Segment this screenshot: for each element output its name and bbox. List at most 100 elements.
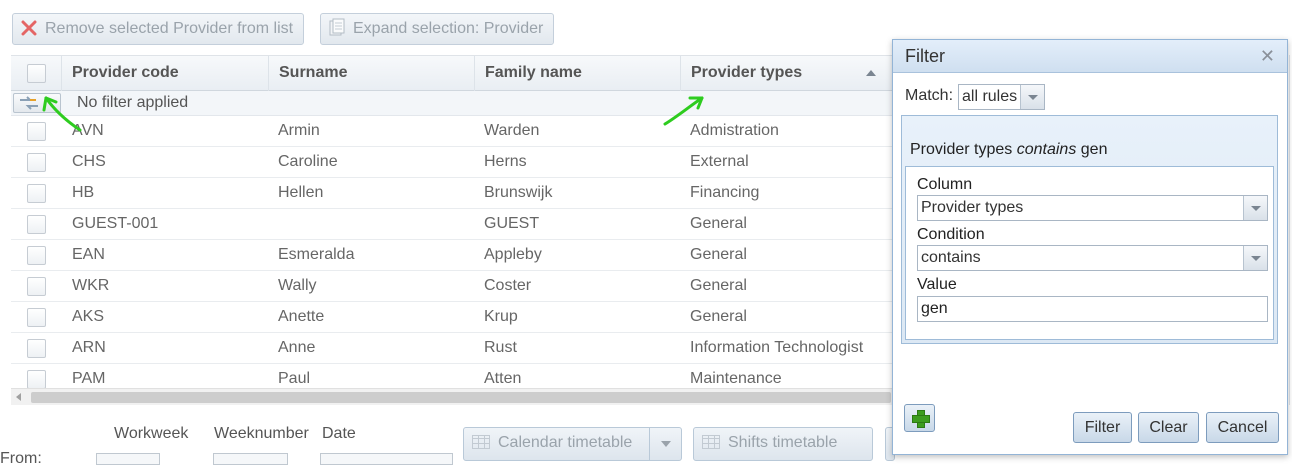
condition-select-value: contains [921, 249, 981, 266]
table-row[interactable]: HB Hellen Brunswijk Financing [11, 178, 901, 209]
column-header-provider-types[interactable]: Provider types [680, 56, 901, 91]
condition-label: Condition [917, 226, 985, 243]
filter-dialog-titlebar[interactable]: Filter ✕ [893, 40, 1287, 73]
remove-provider-label: Remove selected Provider from list [45, 20, 294, 37]
rule-summary-operator: contains [1016, 141, 1077, 158]
row-checkbox[interactable] [27, 184, 46, 203]
row-checkbox[interactable] [27, 308, 46, 327]
expand-selection-label: Expand selection: Provider [353, 20, 544, 37]
row-checkbox[interactable] [27, 215, 46, 234]
add-rule-button[interactable] [904, 404, 935, 432]
clear-button[interactable]: Clear [1138, 412, 1199, 443]
cell-surname: Wally [278, 277, 317, 294]
cell-surname: Anette [278, 308, 325, 325]
select-all-checkbox[interactable] [27, 64, 46, 83]
column-select[interactable]: Provider types [917, 195, 1268, 221]
cell-family-name: GUEST [484, 215, 540, 232]
remove-provider-button[interactable]: Remove selected Provider from list [12, 13, 305, 47]
table-row[interactable]: CHS Caroline Herns External [11, 147, 901, 178]
annotation-arrow-icon [663, 96, 704, 126]
match-select[interactable]: all rules [958, 84, 1045, 110]
row-checkbox[interactable] [27, 153, 46, 172]
rule-summary: Provider types contains gen [910, 141, 1107, 159]
cell-surname: Esmeralda [278, 246, 355, 263]
cell-surname: Armin [278, 122, 320, 139]
grid-header: Provider code Surname Family name Provid… [11, 56, 901, 91]
cell-family-name: Krup [484, 308, 518, 325]
cell-surname: Anne [278, 339, 316, 356]
column-header-family-name[interactable]: Family name [474, 56, 680, 91]
cell-provider-code: HB [72, 184, 95, 201]
remove-x-icon [21, 17, 39, 47]
weeknumber-select[interactable] [213, 453, 288, 465]
column-header-surname[interactable]: Surname [268, 56, 474, 91]
workweek-label: Workweek [114, 425, 189, 442]
row-checkbox[interactable] [27, 370, 46, 389]
cell-provider-types: Financing [690, 184, 760, 201]
weeknumber-label: Weeknumber [214, 425, 309, 442]
scrollbar-thumb[interactable] [31, 392, 891, 403]
cell-provider-types: General [690, 215, 747, 232]
cancel-button[interactable]: Cancel [1206, 412, 1279, 443]
chevron-down-icon[interactable] [1243, 196, 1267, 220]
table-row[interactable]: GUEST-001 GUEST General [11, 209, 901, 240]
filter-dialog: Filter ✕ Match: all rules Provider types… [892, 39, 1288, 455]
calendar-grid-icon [472, 435, 490, 449]
row-checkbox[interactable] [27, 339, 46, 358]
table-row[interactable]: WKR Wally Coster General [11, 271, 901, 302]
cell-provider-types: General [690, 277, 747, 294]
add-rule-plus-icon [912, 410, 930, 428]
cell-family-name: Coster [484, 277, 532, 294]
expand-selection-button[interactable]: Expand selection: Provider [320, 13, 555, 47]
workweek-select[interactable] [96, 453, 160, 465]
cell-provider-types: General [690, 308, 747, 325]
table-row[interactable]: ARN Anne Rust Information Technologist [11, 333, 901, 364]
table-row[interactable]: AVN Armin Warden Admistration [11, 116, 901, 147]
filter-button[interactable]: Filter [1073, 412, 1132, 443]
match-select-value: all rules [962, 88, 1018, 105]
horizontal-scrollbar[interactable] [11, 388, 901, 405]
cell-family-name: Warden [484, 122, 540, 139]
shifts-timetable-label: Shifts timetable [728, 434, 838, 451]
cell-provider-code: ARN [72, 339, 106, 356]
table-row[interactable]: AKS Anette Krup General [11, 302, 901, 333]
scroll-left-icon[interactable] [16, 393, 21, 401]
chevron-down-icon[interactable] [1243, 246, 1267, 270]
row-checkbox[interactable] [27, 277, 46, 296]
column-header-provider-code[interactable]: Provider code [61, 56, 268, 91]
provider-grid: Provider code Surname Family name Provid… [11, 55, 901, 405]
rule-group: Provider types contains gen Column Provi… [901, 115, 1278, 344]
calendar-dropdown-toggle[interactable] [649, 428, 681, 460]
filter-dialog-title: Filter [905, 46, 945, 66]
cell-family-name: Appleby [484, 246, 542, 263]
close-icon[interactable]: ✕ [1260, 40, 1275, 72]
cell-provider-code: CHS [72, 153, 106, 170]
annotation-arrow-icon [42, 96, 82, 132]
condition-select[interactable]: contains [917, 245, 1268, 271]
cell-family-name: Brunswijk [484, 184, 553, 201]
calendar-grid-icon [702, 435, 720, 449]
column-label: Column [917, 176, 973, 193]
cell-family-name: Herns [484, 153, 527, 170]
table-row[interactable]: EAN Esmeralda Appleby General [11, 240, 901, 271]
date-input[interactable] [320, 453, 453, 465]
expand-document-icon [329, 17, 347, 47]
value-input[interactable]: gen [917, 296, 1268, 322]
calendar-timetable-button[interactable]: Calendar timetable [463, 427, 682, 461]
calendar-timetable-label: Calendar timetable [498, 434, 633, 451]
cell-surname: Hellen [278, 184, 324, 201]
cell-provider-types: Information Technologist [690, 339, 864, 356]
cell-surname: Caroline [278, 153, 338, 170]
sort-up-icon [866, 70, 876, 76]
date-label: Date [322, 425, 356, 442]
rule-summary-value: gen [1080, 141, 1108, 158]
match-label: Match: [905, 87, 954, 104]
cell-provider-code: EAN [72, 246, 105, 263]
row-checkbox[interactable] [27, 246, 46, 265]
shifts-timetable-button[interactable]: Shifts timetable [693, 427, 873, 461]
value-label: Value [917, 276, 957, 293]
chevron-down-icon[interactable] [1020, 85, 1044, 109]
cell-provider-types: External [690, 153, 749, 170]
column-select-value: Provider types [921, 199, 1024, 216]
cell-provider-code: AKS [72, 308, 105, 325]
